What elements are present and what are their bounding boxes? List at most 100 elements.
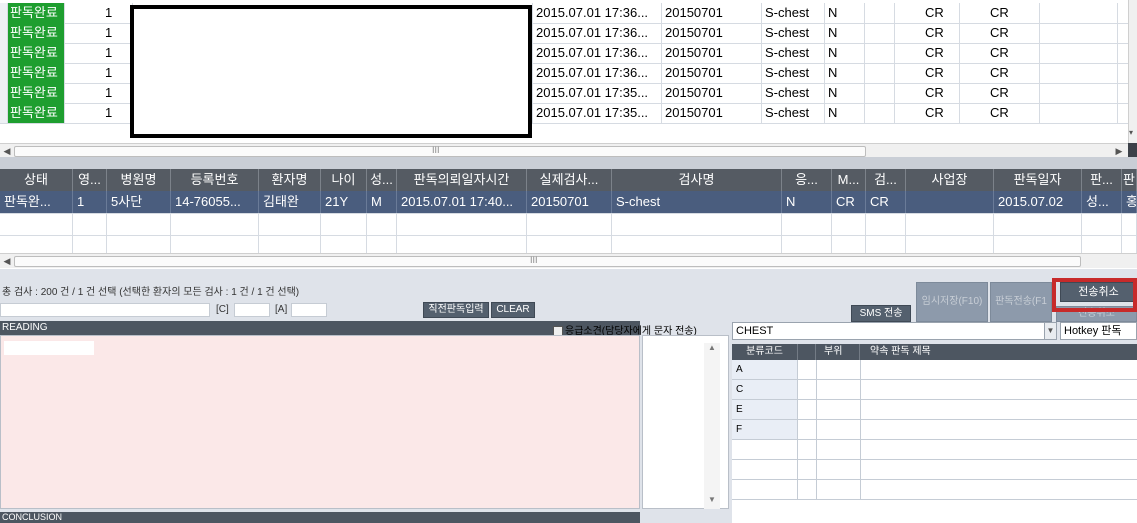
cell-mod1: CR	[895, 23, 960, 43]
column-header[interactable]: 판독의뢰일자시간	[397, 169, 527, 191]
cell-blank	[1040, 103, 1118, 123]
row-cell: 5사단	[107, 191, 171, 213]
column-header[interactable]: 검사명	[612, 169, 782, 191]
row-cell	[906, 191, 994, 213]
top-vscroll[interactable]	[1128, 0, 1137, 146]
part-cell	[816, 380, 861, 399]
column-header[interactable]: 환자명	[259, 169, 321, 191]
cell-count: 1	[65, 83, 133, 103]
row-cell: 21Y	[321, 191, 367, 213]
list-item[interactable]: C	[732, 380, 1137, 400]
reading-textarea[interactable]	[0, 335, 640, 509]
column-header[interactable]: 상태	[0, 169, 73, 191]
a-input[interactable]	[291, 303, 327, 317]
scroll-left-icon[interactable]: ◀	[0, 254, 14, 268]
scroll-down-icon[interactable]: ▼	[708, 495, 716, 504]
cell-mod1: CR	[895, 63, 960, 83]
list-item[interactable]	[732, 440, 1137, 460]
column-header[interactable]: 병원명	[107, 169, 171, 191]
category-select[interactable]: CHEST	[732, 322, 1057, 340]
a-label: [A]	[275, 304, 288, 315]
splitter[interactable]	[0, 157, 1137, 169]
blank-cell	[798, 440, 817, 459]
hotkey-select[interactable]: Hotkey 판독	[1060, 322, 1137, 340]
temp-save-button[interactable]: 임시저장(F10)	[916, 282, 988, 322]
empty-cell	[107, 213, 171, 235]
chevron-down-icon[interactable]: ▼	[1044, 323, 1056, 339]
bottom-hscroll-thumb[interactable]	[14, 256, 1081, 267]
grip-icon: III	[432, 145, 440, 155]
list-item[interactable]	[732, 460, 1137, 480]
column-header[interactable]: 판독일자	[994, 169, 1082, 191]
cell-status: 판독완료	[8, 83, 65, 103]
list-item[interactable]: E	[732, 400, 1137, 420]
redacted-reading-text	[4, 341, 94, 355]
empty-cell	[259, 213, 321, 235]
column-header[interactable]: 성...	[367, 169, 397, 191]
cell-blank	[865, 103, 895, 123]
list-item[interactable]: A	[732, 360, 1137, 380]
part-cell	[816, 460, 861, 479]
row-cell: 판독완...	[0, 191, 73, 213]
send-report-button[interactable]: 판독전송(F1	[990, 282, 1052, 322]
column-header[interactable]: 사업장	[906, 169, 994, 191]
c-input[interactable]	[234, 303, 270, 317]
cell-mod1: CR	[895, 103, 960, 123]
cell-count: 1	[65, 63, 133, 83]
scroll-down-icon[interactable]: ▾	[1129, 128, 1133, 137]
cell-count: 1	[65, 3, 133, 23]
column-header[interactable]: 나이	[321, 169, 367, 191]
scroll-right-icon[interactable]: ▶	[1112, 144, 1126, 158]
blank-cell	[798, 400, 817, 419]
row-cell: N	[782, 191, 832, 213]
top-hscroll-thumb[interactable]	[14, 146, 866, 157]
list-item[interactable]	[732, 480, 1137, 500]
column-header[interactable]: 실제검사...	[527, 169, 612, 191]
column-header[interactable]: 영...	[73, 169, 107, 191]
summary-text: 총 검사 : 200 건 / 1 건 선택 (선택한 환자의 모든 검사 : 1…	[2, 287, 300, 298]
row-indicator	[0, 83, 8, 103]
cell-date: 20150701	[662, 103, 762, 123]
row-cell: 14-76055...	[171, 191, 259, 213]
empty-cell	[1082, 213, 1122, 235]
cell-blank	[865, 3, 895, 23]
header-blank	[798, 344, 816, 360]
scroll-up-icon[interactable]: ▲	[708, 343, 716, 352]
cell-blank	[1040, 83, 1118, 103]
column-header[interactable]: 판	[1122, 169, 1137, 191]
cell-blank	[1040, 23, 1118, 43]
empty-cell	[782, 213, 832, 235]
selected-table-row[interactable]: 판독완... 1 5사단 14-76055... 김태완 21Y M 2015.07.01 1…	[0, 191, 1137, 214]
bottom-hscroll[interactable]: ◀ III	[0, 253, 1137, 268]
column-header[interactable]: M...	[832, 169, 866, 191]
sms-send-button[interactable]: SMS 전송	[851, 305, 911, 322]
cell-datetime: 2015.07.01 17:36...	[533, 3, 662, 23]
row-indicator	[0, 43, 8, 63]
part-cell	[816, 440, 861, 459]
part-cell	[816, 360, 861, 379]
top-hscroll[interactable]: ◀ III ▶	[0, 143, 1128, 158]
scroll-left-icon[interactable]: ◀	[0, 144, 14, 158]
category-code: E	[732, 400, 798, 419]
patient-info-input[interactable]	[0, 303, 210, 317]
cell-mod2: CR	[960, 83, 1040, 103]
column-header[interactable]: 검...	[866, 169, 906, 191]
cell-mod1: CR	[895, 43, 960, 63]
highlight-box	[1052, 278, 1137, 312]
part-cell	[816, 480, 861, 499]
column-header[interactable]: 판...	[1082, 169, 1122, 191]
direct-input-button[interactable]: 직전판독입력	[423, 302, 489, 318]
column-header[interactable]: 등록번호	[171, 169, 259, 191]
row-cell: 홍	[1122, 191, 1137, 213]
column-header[interactable]: 응...	[782, 169, 832, 191]
conclusion-header: CONCLUSION	[0, 512, 640, 523]
cell-exam: S-chest	[762, 23, 825, 43]
clear-button[interactable]: CLEAR	[491, 302, 535, 318]
side-vscroll[interactable]: ▲ ▼	[704, 343, 720, 509]
header-part: 부위	[816, 344, 860, 360]
cell-date: 20150701	[662, 63, 762, 83]
cell-exam: S-chest	[762, 103, 825, 123]
list-item[interactable]: F	[732, 420, 1137, 440]
row-cell: CR	[832, 191, 866, 213]
cell-mod2: CR	[960, 23, 1040, 43]
